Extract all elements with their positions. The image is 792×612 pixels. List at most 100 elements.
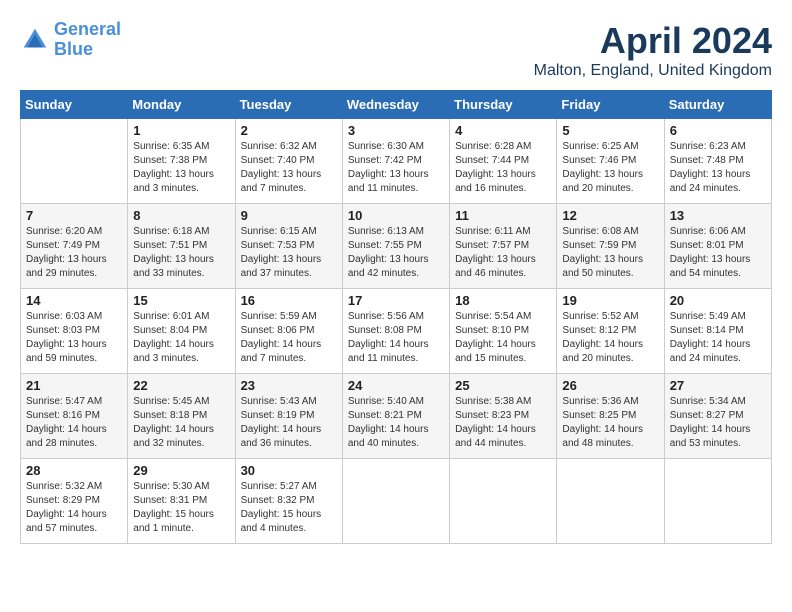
calendar-cell: 23Sunrise: 5:43 AMSunset: 8:19 PMDayligh… — [235, 374, 342, 459]
calendar-cell: 26 Sunrise: 5:36 AMSunset: 8:25 PMDayligh… — [557, 374, 664, 459]
calendar-week-row: 14Sunrise: 6:03 AMSunset: 8:03 PMDayligh… — [21, 289, 772, 374]
calendar-cell: 14Sunrise: 6:03 AMSunset: 8:03 PMDayligh… — [21, 289, 128, 374]
calendar-cell: 22 Sunrise: 5:45 AMSunset: 8:18 PMDayligh… — [128, 374, 235, 459]
calendar-cell: 1 Sunrise: 6:35 AMSunset: 7:38 PMDaylight… — [128, 119, 235, 204]
calendar-cell: 10Sunrise: 6:13 AMSunset: 7:55 PMDayligh… — [342, 204, 449, 289]
logo-icon — [20, 25, 50, 55]
calendar-cell: 18Sunrise: 5:54 AMSunset: 8:10 PMDayligh… — [450, 289, 557, 374]
weekday-header-row: SundayMondayTuesdayWednesdayThursdayFrid… — [21, 91, 772, 119]
calendar-table: SundayMondayTuesdayWednesdayThursdayFrid… — [20, 90, 772, 544]
day-number: 25 — [455, 378, 551, 393]
day-number: 6 — [670, 123, 766, 138]
month-title: April 2024 — [534, 20, 772, 62]
day-info: Sunrise: 5:30 AMSunset: 8:31 PMDaylight:… — [133, 480, 229, 536]
day-number: 9 — [241, 208, 337, 223]
day-number: 19 — [562, 293, 658, 308]
calendar-cell: 21 Sunrise: 5:47 AMSunset: 8:16 PMDayligh… — [21, 374, 128, 459]
day-number: 22 — [133, 378, 229, 393]
day-info: Sunrise: 6:35 AMSunset: 7:38 PMDaylight:… — [133, 140, 229, 196]
day-info: Sunrise: 5:45 AMSunset: 8:18 PMDaylight:… — [133, 395, 229, 451]
day-number: 15 — [133, 293, 229, 308]
day-info: Sunrise: 5:36 AMSunset: 8:25 PMDaylight:… — [562, 395, 658, 451]
calendar-week-row: 7 Sunrise: 6:20 AMSunset: 7:49 PMDaylight… — [21, 204, 772, 289]
day-info: Sunrise: 6:06 AMSunset: 8:01 PMDaylight:… — [670, 225, 766, 281]
day-number: 20 — [670, 293, 766, 308]
day-number: 11 — [455, 208, 551, 223]
calendar-week-row: 21 Sunrise: 5:47 AMSunset: 8:16 PMDayligh… — [21, 374, 772, 459]
calendar-cell: 3Sunrise: 6:30 AMSunset: 7:42 PMDaylight… — [342, 119, 449, 204]
day-number: 27 — [670, 378, 766, 393]
calendar-cell: 2 Sunrise: 6:32 AMSunset: 7:40 PMDaylight… — [235, 119, 342, 204]
calendar-cell: 20 Sunrise: 5:49 AMSunset: 8:14 PMDayligh… — [664, 289, 771, 374]
weekday-header: Sunday — [21, 91, 128, 119]
weekday-header: Tuesday — [235, 91, 342, 119]
calendar-week-row: 28Sunrise: 5:32 AMSunset: 8:29 PMDayligh… — [21, 459, 772, 544]
day-info: Sunrise: 5:38 AMSunset: 8:23 PMDaylight:… — [455, 395, 551, 451]
day-info: Sunrise: 5:47 AMSunset: 8:16 PMDaylight:… — [26, 395, 122, 451]
day-number: 16 — [241, 293, 337, 308]
weekday-header: Thursday — [450, 91, 557, 119]
logo-text: General Blue — [54, 20, 121, 60]
day-number: 21 — [26, 378, 122, 393]
calendar-cell: 29 Sunrise: 5:30 AMSunset: 8:31 PMDayligh… — [128, 459, 235, 544]
day-number: 12 — [562, 208, 658, 223]
day-number: 13 — [670, 208, 766, 223]
calendar-cell: 25 Sunrise: 5:38 AMSunset: 8:23 PMDayligh… — [450, 374, 557, 459]
calendar-cell — [450, 459, 557, 544]
day-number: 2 — [241, 123, 337, 138]
day-number: 17 — [348, 293, 444, 308]
calendar-cell: 6 Sunrise: 6:23 AMSunset: 7:48 PMDaylight… — [664, 119, 771, 204]
calendar-cell — [21, 119, 128, 204]
calendar-cell: 11 Sunrise: 6:11 AMSunset: 7:57 PMDayligh… — [450, 204, 557, 289]
day-info: Sunrise: 6:20 AMSunset: 7:49 PMDaylight:… — [26, 225, 122, 281]
day-number: 24 — [348, 378, 444, 393]
calendar-cell — [342, 459, 449, 544]
calendar-cell: 7 Sunrise: 6:20 AMSunset: 7:49 PMDaylight… — [21, 204, 128, 289]
day-info: Sunrise: 5:40 AMSunset: 8:21 PMDaylight:… — [348, 395, 444, 451]
day-info: Sunrise: 5:43 AMSunset: 8:19 PMDaylight:… — [241, 395, 337, 451]
day-info: Sunrise: 6:08 AMSunset: 7:59 PMDaylight:… — [562, 225, 658, 281]
day-info: Sunrise: 5:32 AMSunset: 8:29 PMDaylight:… — [26, 480, 122, 536]
day-number: 26 — [562, 378, 658, 393]
calendar-cell: 12 Sunrise: 6:08 AMSunset: 7:59 PMDayligh… — [557, 204, 664, 289]
calendar-cell: 15 Sunrise: 6:01 AMSunset: 8:04 PMDayligh… — [128, 289, 235, 374]
day-number: 18 — [455, 293, 551, 308]
logo: General Blue — [20, 20, 121, 60]
day-info: Sunrise: 5:49 AMSunset: 8:14 PMDaylight:… — [670, 310, 766, 366]
day-info: Sunrise: 6:23 AMSunset: 7:48 PMDaylight:… — [670, 140, 766, 196]
day-info: Sunrise: 6:28 AMSunset: 7:44 PMDaylight:… — [455, 140, 551, 196]
calendar-cell: 17Sunrise: 5:56 AMSunset: 8:08 PMDayligh… — [342, 289, 449, 374]
day-info: Sunrise: 5:34 AMSunset: 8:27 PMDaylight:… — [670, 395, 766, 451]
day-info: Sunrise: 5:59 AMSunset: 8:06 PMDaylight:… — [241, 310, 337, 366]
day-info: Sunrise: 6:30 AMSunset: 7:42 PMDaylight:… — [348, 140, 444, 196]
calendar-cell: 4 Sunrise: 6:28 AMSunset: 7:44 PMDaylight… — [450, 119, 557, 204]
day-info: Sunrise: 6:01 AMSunset: 8:04 PMDaylight:… — [133, 310, 229, 366]
calendar-cell: 30 Sunrise: 5:27 AMSunset: 8:32 PMDayligh… — [235, 459, 342, 544]
weekday-header: Friday — [557, 91, 664, 119]
weekday-header: Saturday — [664, 91, 771, 119]
day-number: 30 — [241, 463, 337, 478]
calendar-week-row: 1 Sunrise: 6:35 AMSunset: 7:38 PMDaylight… — [21, 119, 772, 204]
day-info: Sunrise: 6:25 AMSunset: 7:46 PMDaylight:… — [562, 140, 658, 196]
day-number: 7 — [26, 208, 122, 223]
day-number: 4 — [455, 123, 551, 138]
day-info: Sunrise: 6:18 AMSunset: 7:51 PMDaylight:… — [133, 225, 229, 281]
day-info: Sunrise: 5:27 AMSunset: 8:32 PMDaylight:… — [241, 480, 337, 536]
calendar-cell: 19 Sunrise: 5:52 AMSunset: 8:12 PMDayligh… — [557, 289, 664, 374]
day-number: 1 — [133, 123, 229, 138]
calendar-cell: 28Sunrise: 5:32 AMSunset: 8:29 PMDayligh… — [21, 459, 128, 544]
calendar-cell — [664, 459, 771, 544]
day-info: Sunrise: 5:52 AMSunset: 8:12 PMDaylight:… — [562, 310, 658, 366]
day-number: 5 — [562, 123, 658, 138]
weekday-header: Wednesday — [342, 91, 449, 119]
location: Malton, England, United Kingdom — [534, 62, 772, 80]
day-info: Sunrise: 6:32 AMSunset: 7:40 PMDaylight:… — [241, 140, 337, 196]
calendar-cell: 27 Sunrise: 5:34 AMSunset: 8:27 PMDayligh… — [664, 374, 771, 459]
day-info: Sunrise: 6:03 AMSunset: 8:03 PMDaylight:… — [26, 310, 122, 366]
day-info: Sunrise: 6:11 AMSunset: 7:57 PMDaylight:… — [455, 225, 551, 281]
day-number: 29 — [133, 463, 229, 478]
day-number: 10 — [348, 208, 444, 223]
weekday-header: Monday — [128, 91, 235, 119]
calendar-cell: 13 Sunrise: 6:06 AMSunset: 8:01 PMDayligh… — [664, 204, 771, 289]
page-header: General Blue April 2024 Malton, England,… — [20, 20, 772, 80]
